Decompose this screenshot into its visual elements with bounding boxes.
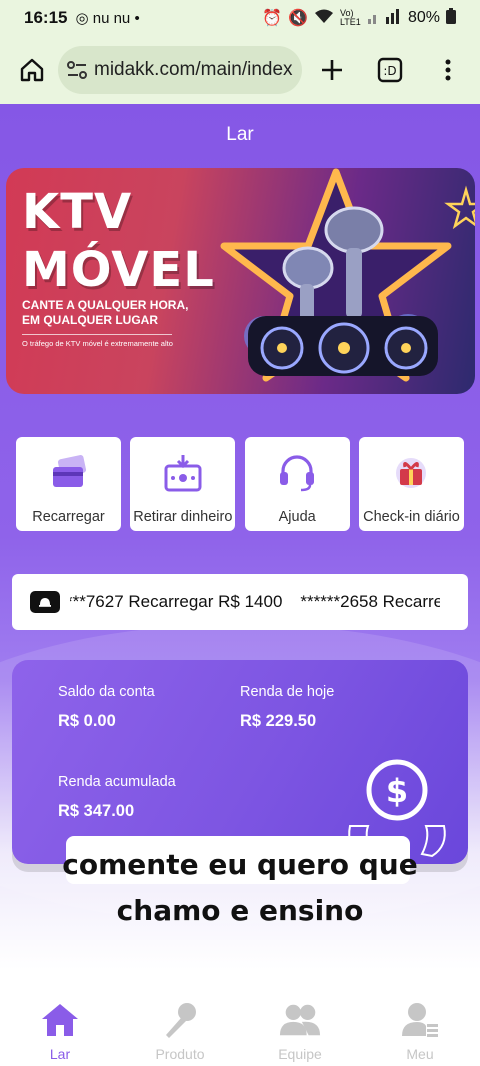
home-icon	[39, 1000, 81, 1040]
menu-button[interactable]	[428, 50, 468, 90]
browser-toolbar: midakk.com/main/index :D	[0, 36, 480, 104]
svg-text:$: $	[386, 772, 408, 810]
recharge-button[interactable]: Recarregar	[16, 437, 121, 531]
caption-line2: chamo e ensino	[116, 894, 364, 927]
mute-icon: 🔇	[288, 10, 308, 27]
ticker-item: ******2658 Recarregar	[300, 592, 440, 611]
today-income-label: Renda de hoje	[240, 684, 335, 700]
nav-product[interactable]: Produto	[120, 990, 240, 1066]
network-label: Vo) LTE1	[339, 8, 361, 27]
alarm-icon: ⏰	[262, 10, 283, 27]
checkin-label: Check-in diário	[363, 509, 460, 525]
banner-title-line1: KTV	[22, 184, 133, 240]
battery-icon	[446, 7, 456, 29]
address-bar[interactable]: midakk.com/main/index	[58, 46, 302, 94]
banner-subtitle-line2: EM QUALQUER LUGAR	[22, 313, 158, 327]
wifi-icon	[314, 8, 334, 29]
notification-bell-icon	[30, 591, 60, 613]
status-right: ⏰ 🔇 Vo) LTE1 80%	[262, 7, 456, 29]
profile-icon	[399, 1000, 441, 1040]
withdraw-icon	[161, 451, 205, 495]
gift-icon	[389, 451, 433, 495]
microphone-icon	[159, 1000, 201, 1040]
recharge-ticker: ***7627 Recarregar R$ 1400 ******2658 Rec…	[12, 574, 468, 630]
nav-me[interactable]: Meu	[360, 990, 480, 1066]
withdraw-label: Retirar dinheiro	[133, 509, 233, 525]
today-income-value: R$ 229.50	[240, 712, 317, 730]
nav-team-label: Equipe	[278, 1046, 322, 1062]
svg-text::D: :D	[383, 64, 396, 78]
bottom-navigation: Lar Produto Equipe Meu	[0, 990, 480, 1066]
account-balance-label: Saldo da conta	[58, 684, 155, 700]
home-button[interactable]	[12, 50, 52, 90]
signal-icon	[367, 8, 402, 29]
status-bar: 16:15 ◎ nu nu • ⏰ 🔇 Vo) LTE1 80%	[0, 0, 480, 36]
home-icon	[20, 58, 44, 82]
more-vert-icon	[445, 59, 451, 81]
headset-icon	[275, 451, 319, 495]
page-content: Lar KTV MÓVEL CANTE A QUALQUER HORA, EM …	[0, 104, 480, 1066]
ticker-item: ***7627 Recarregar R$ 1400	[70, 592, 283, 611]
banner-subtitle-line1: CANTE A QUALQUER HORA,	[22, 298, 189, 312]
new-tab-button[interactable]	[312, 50, 352, 90]
nav-team[interactable]: Equipe	[240, 990, 360, 1066]
notification-icons: ◎ nu nu •	[75, 10, 140, 27]
banner-divider	[22, 334, 172, 335]
help-label: Ajuda	[278, 509, 316, 525]
withdraw-button[interactable]: Retirar dinheiro	[130, 437, 236, 531]
tab-switcher-button[interactable]: :D	[370, 50, 410, 90]
banner-tagline: O tráfego de KTV móvel é extremamente al…	[22, 339, 173, 348]
plus-icon	[322, 60, 342, 80]
site-settings-icon[interactable]	[66, 60, 88, 80]
url-text: midakk.com/main/index	[94, 59, 293, 80]
nav-me-label: Meu	[406, 1046, 434, 1062]
shortcut-grid: Recarregar Retirar dinheiro Ajuda Check-…	[16, 437, 464, 531]
caption-line1: comente eu quero que	[62, 848, 418, 881]
nav-product-label: Produto	[155, 1046, 205, 1062]
card-icon	[47, 451, 91, 495]
promo-banner[interactable]: KTV MÓVEL CANTE A QUALQUER HORA, EM QUAL…	[6, 168, 475, 394]
checkin-button[interactable]: Check-in diário	[358, 437, 464, 531]
banner-subtitle: CANTE A QUALQUER HORA, EM QUALQUER LUGAR	[22, 298, 212, 328]
nav-home[interactable]: Lar	[0, 990, 120, 1066]
nav-home-label: Lar	[49, 1046, 71, 1062]
account-balance-value: R$ 0.00	[58, 712, 116, 730]
tab-count-icon: :D	[377, 57, 403, 83]
battery-percent: 80%	[407, 9, 440, 26]
balance-card: Saldo da conta R$ 0.00 Renda de hoje R$ …	[12, 660, 468, 864]
page-title: Lar	[226, 124, 254, 145]
help-button[interactable]: Ajuda	[244, 437, 350, 531]
status-time: 16:15	[24, 8, 68, 27]
recharge-label: Recarregar	[32, 509, 105, 525]
toolbar-actions: :D	[312, 50, 468, 90]
microphone-star-illustration	[220, 168, 475, 382]
cumulative-income-label: Renda acumulada	[58, 774, 176, 790]
cumulative-income-value: R$ 347.00	[58, 802, 135, 820]
ticker-text: ***7627 Recarregar R$ 1400 ******2658 Rec…	[70, 592, 440, 612]
banner-title-line2: MÓVEL	[22, 242, 215, 298]
team-icon	[279, 1000, 321, 1040]
